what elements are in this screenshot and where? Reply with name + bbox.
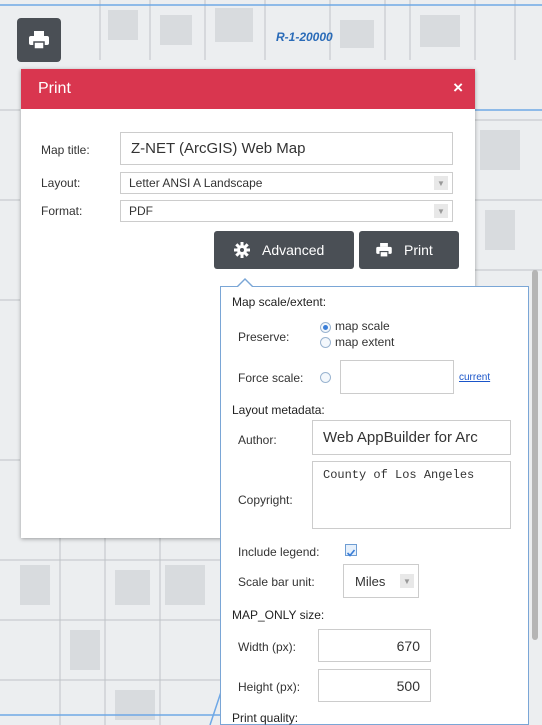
map-title-input[interactable]: Z-NET (ArcGIS) Web Map [120, 132, 453, 165]
layout-select[interactable]: Letter ANSI A Landscape ▼ [120, 172, 453, 194]
format-label: Format: [41, 204, 83, 218]
map-title-label: Map title: [41, 143, 90, 157]
printer-icon [376, 243, 392, 257]
width-label: Width (px): [238, 640, 297, 654]
map-scale-option[interactable]: map scale [335, 319, 390, 333]
checkmark-icon [346, 549, 356, 557]
height-input[interactable]: 500 [318, 669, 431, 702]
print-button[interactable]: Print [359, 231, 459, 269]
chevron-down-icon: ▼ [434, 204, 448, 218]
map-only-size-heading: MAP_ONLY size: [232, 608, 325, 622]
force-scale-input[interactable] [340, 360, 454, 394]
force-scale-radio[interactable] [320, 372, 331, 383]
include-legend-label: Include legend: [238, 545, 320, 559]
dialog-header: Print × [21, 69, 475, 109]
layout-metadata-heading: Layout metadata: [232, 403, 325, 417]
printer-icon [29, 31, 49, 49]
author-label: Author: [238, 433, 277, 447]
width-input[interactable]: 670 [318, 629, 431, 662]
print-quality-heading: Print quality: [232, 711, 299, 725]
force-scale-label: Force scale: [238, 371, 304, 385]
chevron-down-icon: ▼ [434, 176, 448, 190]
print-tool-button[interactable] [17, 18, 61, 62]
include-legend-checkbox[interactable] [345, 544, 357, 557]
dialog-title: Print [38, 80, 71, 97]
chevron-down-icon: ▼ [400, 574, 414, 588]
copyright-textarea[interactable]: County of Los Angeles [312, 461, 511, 529]
scale-bar-unit-select[interactable]: Miles ▼ [343, 564, 419, 598]
copyright-label: Copyright: [238, 493, 293, 507]
zone-label: R-1-20000 [276, 30, 333, 44]
height-label: Height (px): [238, 680, 301, 694]
author-input[interactable]: Web AppBuilder for Arc [312, 420, 511, 455]
close-icon[interactable]: × [453, 78, 463, 98]
panel-scrollbar[interactable] [532, 270, 538, 640]
current-scale-link[interactable]: current [459, 372, 490, 383]
scale-bar-unit-value: Miles [355, 573, 386, 589]
advanced-options-panel: Map scale/extent: Preserve: map scale ma… [220, 278, 529, 725]
format-select-value: PDF [129, 204, 153, 218]
layout-select-value: Letter ANSI A Landscape [129, 176, 263, 190]
print-button-label: Print [404, 242, 433, 258]
map-extent-radio[interactable] [320, 337, 331, 348]
map-scale-radio[interactable] [320, 322, 331, 333]
scale-extent-heading: Map scale/extent: [232, 295, 327, 309]
format-select[interactable]: PDF ▼ [120, 200, 453, 222]
map-extent-option[interactable]: map extent [335, 335, 394, 349]
preserve-label: Preserve: [238, 330, 290, 344]
advanced-button[interactable]: Advanced [214, 231, 354, 269]
layout-label: Layout: [41, 176, 81, 190]
gear-icon [234, 242, 250, 258]
advanced-button-label: Advanced [262, 242, 325, 258]
scale-bar-unit-label: Scale bar unit: [238, 575, 315, 589]
